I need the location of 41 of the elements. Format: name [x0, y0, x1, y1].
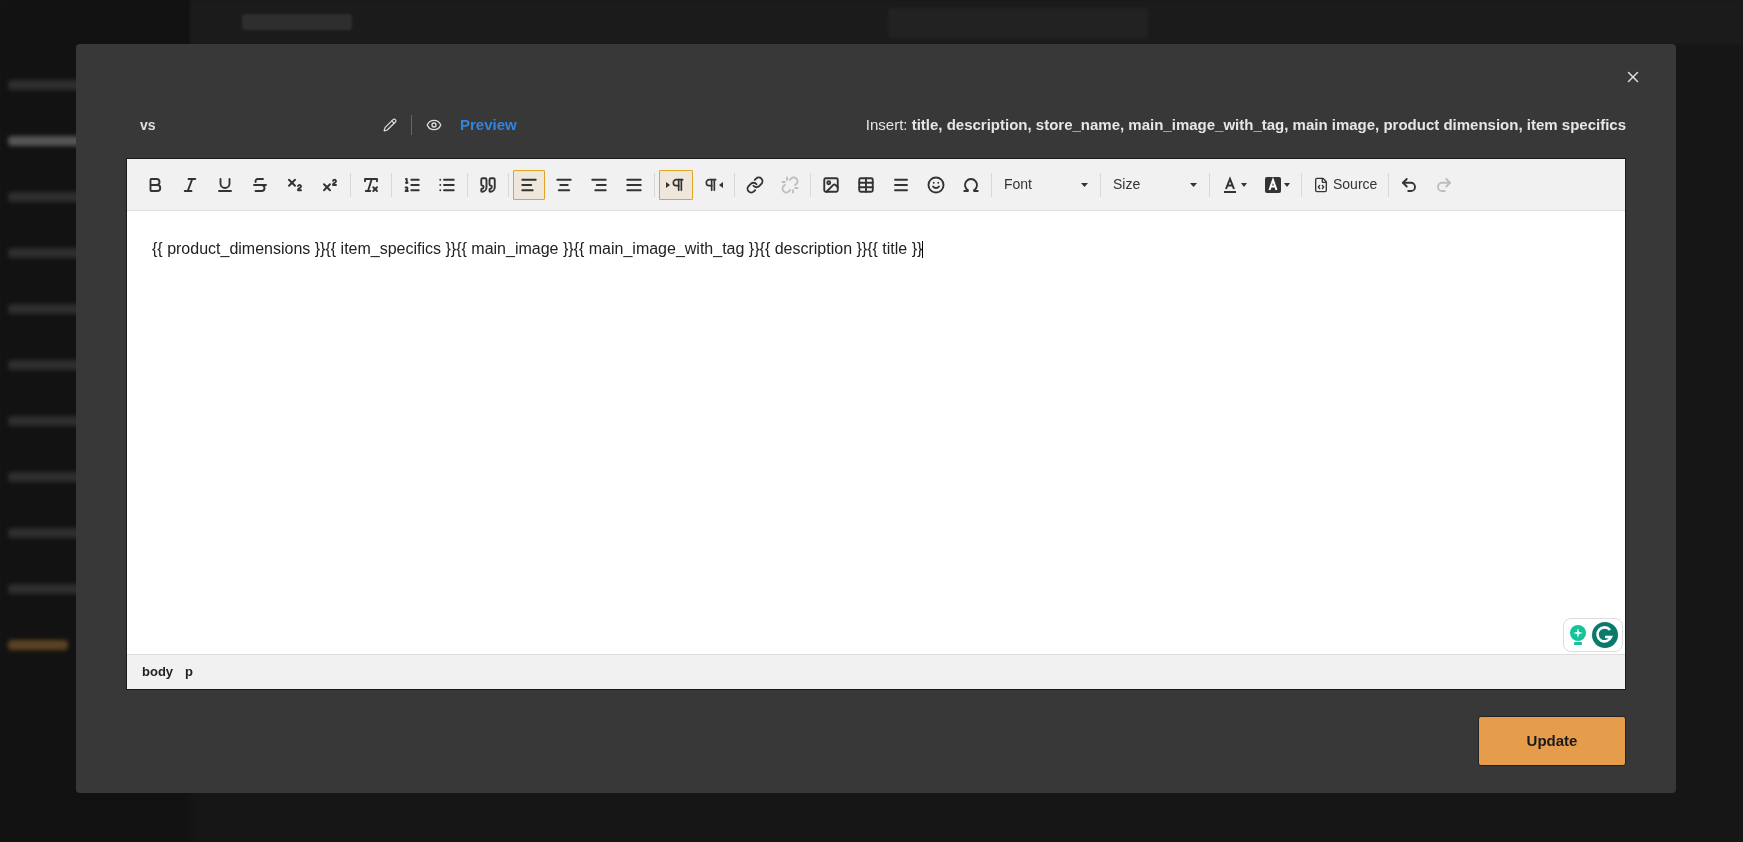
insert-hint: Insert: title, description, store_name, main_image_with_tag, main image, product dimension, item specifics: [865, 114, 1626, 135]
right-to-left-icon: [703, 176, 723, 193]
lightbulb-icon: [1568, 624, 1588, 646]
grammar-assistant-widget[interactable]: [1563, 618, 1623, 652]
text-cursor: [922, 240, 924, 258]
grammar-check-icon: [1592, 622, 1618, 648]
underline-icon: [216, 175, 234, 194]
source-button[interactable]: Source: [1306, 169, 1385, 200]
caret-icon: [1241, 182, 1247, 187]
element-path-item[interactable]: body: [142, 662, 174, 682]
italic-icon: [181, 175, 199, 194]
text-color-icon: [1221, 175, 1239, 194]
redo-icon: [1435, 175, 1454, 194]
caret-icon: [1081, 182, 1088, 187]
template-name: vs: [140, 115, 157, 135]
strikethrough-icon: [251, 175, 269, 194]
code-file-icon: [1313, 176, 1329, 193]
left-to-right-icon: [666, 176, 686, 193]
smiley-icon: [927, 175, 945, 194]
font-dropdown[interactable]: Size: [1105, 169, 1205, 200]
update-button[interactable]: Update: [1478, 716, 1626, 766]
quote-icon: [479, 175, 497, 194]
align-left-button[interactable]: [513, 169, 545, 200]
caret-icon: [1284, 182, 1290, 187]
link-icon: [746, 175, 764, 194]
font-dropdown[interactable]: Font: [996, 169, 1096, 200]
edit-button[interactable]: [383, 118, 397, 132]
image-icon: [822, 175, 840, 194]
undo-icon: [1400, 175, 1419, 194]
caret-icon: [1190, 182, 1197, 187]
omega-icon: [962, 175, 980, 194]
clear-format-icon: [362, 175, 380, 194]
table-icon: [857, 175, 875, 194]
pilcrow-button[interactable]: [659, 169, 693, 200]
pencil-icon: [383, 118, 397, 132]
editor-text[interactable]: {{ product_dimensions }}{{ item_specifics }}{{ main_image }}{{ main_image_with_tag }}{{ description }}{{ title }}: [152, 237, 923, 261]
numbered-list-icon: [403, 175, 421, 194]
unlink-icon: [781, 175, 799, 194]
eye-icon: [426, 117, 442, 133]
background-color-icon: [1264, 175, 1282, 194]
element-path-item[interactable]: p: [185, 662, 193, 682]
